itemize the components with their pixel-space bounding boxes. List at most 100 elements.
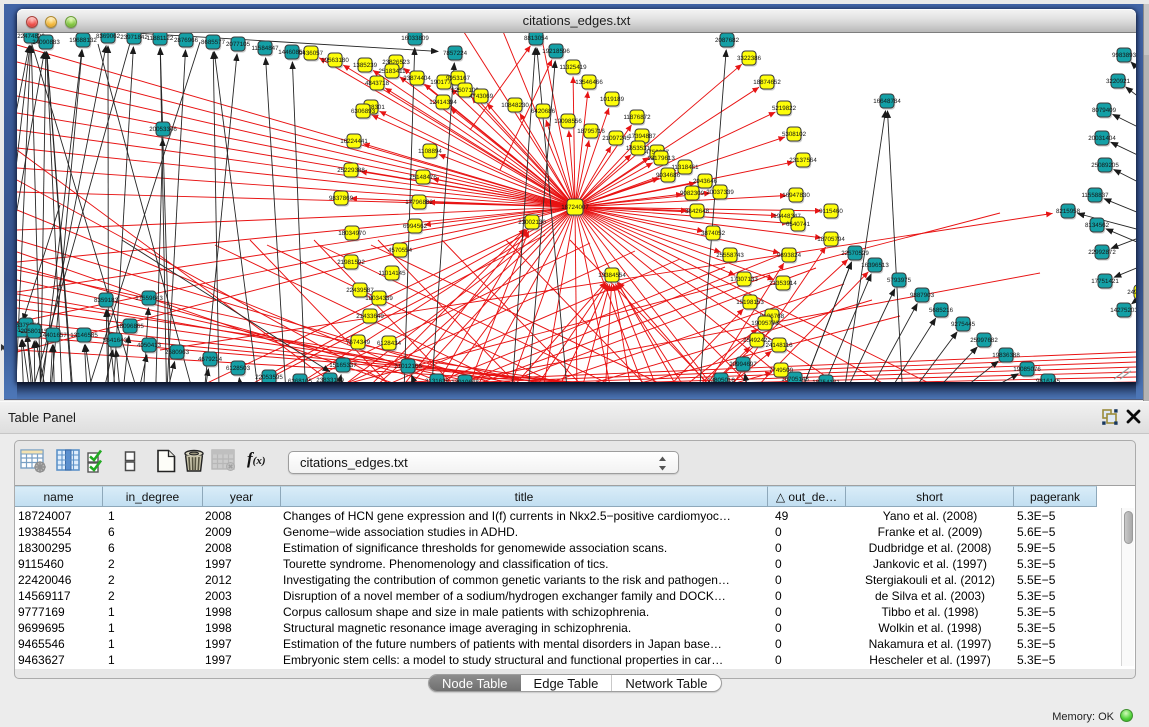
- svg-text:8813054: 8813054: [524, 35, 549, 42]
- svg-text:7857224: 7857224: [443, 50, 468, 57]
- svg-text:22992872: 22992872: [1088, 249, 1116, 256]
- svg-text:3642648: 3642648: [685, 208, 710, 215]
- svg-text:23833160: 23833160: [316, 377, 344, 382]
- svg-text:25558743: 25558743: [716, 252, 744, 259]
- svg-text:18705794: 18705794: [817, 236, 845, 243]
- svg-text:18874652: 18874652: [753, 79, 781, 86]
- svg-text:2087682: 2087682: [715, 37, 740, 44]
- svg-text:24922597: 24922597: [1127, 289, 1136, 296]
- svg-text:8685577: 8685577: [201, 39, 226, 46]
- svg-text:15165337: 15165337: [329, 362, 357, 369]
- svg-text:4050413: 4050413: [137, 342, 162, 349]
- svg-text:5685216: 5685216: [929, 307, 954, 314]
- svg-text:11881122: 11881122: [147, 35, 174, 42]
- svg-text:10848230: 10848230: [501, 102, 529, 109]
- svg-text:23874404: 23874404: [403, 75, 431, 82]
- svg-text:19688132: 19688132: [69, 37, 97, 44]
- svg-text:3131636: 3131636: [425, 378, 450, 382]
- svg-text:16224441: 16224441: [340, 138, 368, 145]
- svg-text:8134562: 8134562: [1085, 222, 1110, 229]
- svg-text:16033809: 16033809: [401, 35, 429, 42]
- svg-text:17559643: 17559643: [135, 295, 163, 302]
- svg-text:13805018: 13805018: [707, 377, 735, 382]
- svg-text:15198153: 15198153: [736, 299, 764, 306]
- svg-text:14401657: 14401657: [39, 332, 67, 339]
- svg-text:1019189: 1019189: [600, 96, 625, 103]
- svg-text:18754131: 18754131: [812, 379, 840, 382]
- svg-text:11558837: 11558837: [1081, 192, 1109, 199]
- svg-text:20031404: 20031404: [1088, 135, 1116, 142]
- svg-text:13179613: 13179613: [647, 155, 675, 162]
- svg-text:20037339: 20037339: [706, 189, 734, 196]
- svg-text:21012166: 21012166: [394, 363, 422, 370]
- svg-text:6994562: 6994562: [403, 223, 428, 230]
- svg-text:25997682: 25997682: [970, 337, 998, 344]
- svg-text:9983893: 9983893: [1112, 52, 1136, 59]
- svg-text:13546466: 13546466: [575, 79, 603, 86]
- svg-text:7674349: 7674349: [346, 339, 371, 346]
- svg-text:8079409: 8079409: [1092, 107, 1117, 114]
- svg-text:5793975: 5793975: [887, 277, 912, 284]
- svg-text:9887903: 9887903: [910, 292, 935, 299]
- svg-text:20053346: 20053346: [149, 126, 177, 133]
- svg-text:6128434: 6128434: [377, 340, 402, 347]
- svg-text:4843718: 4843718: [365, 80, 390, 87]
- svg-text:23971842: 23971842: [120, 34, 148, 41]
- svg-text:18034970: 18034970: [338, 230, 366, 237]
- svg-text:16947830: 16947830: [782, 192, 810, 199]
- svg-text:24148116: 24148116: [765, 342, 793, 349]
- svg-text:6540741: 6540741: [786, 221, 811, 228]
- svg-text:25089205: 25089205: [1091, 162, 1119, 169]
- svg-text:9275445: 9275445: [951, 321, 976, 328]
- svg-text:19384554: 19384554: [598, 272, 626, 279]
- svg-text:9436057: 9436057: [299, 50, 324, 57]
- svg-text:6420686: 6420686: [531, 108, 556, 115]
- svg-text:2943646: 2943646: [693, 178, 718, 185]
- svg-text:2876966: 2876966: [174, 37, 199, 44]
- svg-text:7749509: 7749509: [769, 367, 794, 374]
- svg-text:16396513: 16396513: [861, 262, 889, 269]
- svg-text:6306893: 6306893: [351, 108, 376, 115]
- svg-text:8369062: 8369062: [96, 33, 121, 40]
- svg-text:13146585: 13146585: [70, 332, 98, 339]
- svg-text:17796882: 17796882: [405, 199, 433, 206]
- svg-text:21097245: 21097245: [602, 135, 630, 142]
- svg-text:14275203: 14275203: [1110, 307, 1136, 314]
- svg-text:25229388: 25229388: [337, 167, 365, 174]
- svg-text:23137564: 23137564: [789, 157, 817, 164]
- svg-text:5641643: 5641643: [103, 337, 128, 344]
- svg-text:22053595: 22053595: [255, 374, 283, 381]
- svg-text:17394887: 17394887: [628, 133, 656, 140]
- svg-text:3220921: 3220921: [1106, 78, 1131, 85]
- svg-text:2077105: 2077105: [226, 41, 251, 48]
- svg-text:18034339: 18034339: [365, 295, 393, 302]
- svg-text:9115460: 9115460: [819, 208, 843, 215]
- svg-text:20994697: 20994697: [729, 361, 757, 368]
- svg-text:3874052: 3874052: [701, 230, 726, 237]
- svg-text:25148476: 25148476: [409, 174, 437, 181]
- svg-text:19098556: 19098556: [554, 118, 582, 125]
- svg-text:6368105: 6368105: [288, 378, 313, 382]
- svg-text:19563180: 19563180: [321, 57, 349, 64]
- svg-text:19836388: 19836388: [992, 352, 1020, 359]
- svg-text:1108894: 1108894: [418, 148, 442, 155]
- svg-text:13910648: 13910648: [451, 379, 479, 382]
- svg-text:18096865: 18096865: [116, 323, 144, 330]
- svg-text:12414394: 12414394: [429, 99, 457, 106]
- svg-text:2580963: 2580963: [165, 349, 190, 356]
- svg-text:16648784: 16648784: [873, 98, 901, 105]
- svg-text:11014145: 11014145: [378, 270, 406, 277]
- svg-text:4743069: 4743069: [469, 93, 494, 100]
- svg-text:11584847: 11584847: [251, 45, 279, 52]
- svg-text:5308102: 5308102: [782, 131, 807, 138]
- svg-text:17751421: 17751421: [1091, 278, 1119, 285]
- svg-text:21353914: 21353914: [769, 280, 797, 287]
- svg-text:25183411: 25183411: [378, 68, 406, 75]
- svg-text:11876872: 11876872: [623, 114, 651, 121]
- svg-text:22439587: 22439587: [346, 287, 374, 294]
- svg-text:19218596: 19218596: [542, 48, 570, 55]
- svg-text:18724007: 18724007: [561, 204, 589, 211]
- svg-text:22570529: 22570529: [841, 250, 869, 257]
- svg-text:4679214: 4679214: [198, 356, 223, 363]
- svg-text:8215958: 8215958: [1056, 208, 1081, 215]
